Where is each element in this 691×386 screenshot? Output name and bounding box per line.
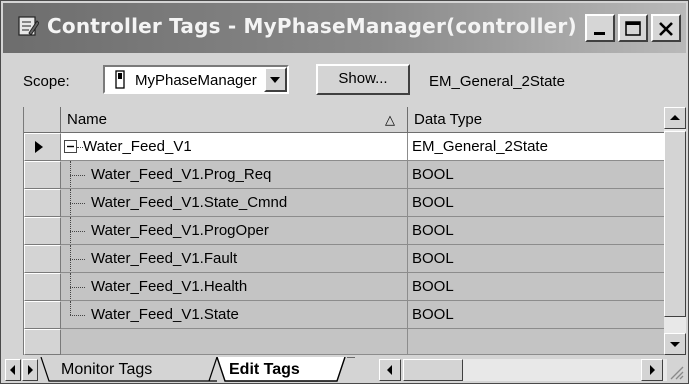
tag-name: Water_Feed_V1.State — [91, 306, 239, 323]
tree-connector — [70, 175, 85, 176]
tab-scroll-right-button[interactable] — [22, 359, 38, 381]
tag-data-type: BOOL — [412, 222, 454, 239]
table-row-type-new[interactable] — [408, 329, 665, 355]
table-row-type[interactable]: BOOL — [408, 189, 665, 217]
row-selector[interactable] — [24, 273, 61, 301]
row-selector[interactable] — [24, 245, 61, 273]
table-row-name[interactable]: Water_Feed_V1.Prog_Req — [61, 161, 408, 189]
tree-connector — [70, 287, 85, 288]
column-header-name[interactable]: Name △ — [61, 107, 408, 133]
tag-name: Water_Feed_V1.Prog_Req — [91, 166, 272, 183]
tag-data-type: BOOL — [412, 278, 454, 295]
tag-name: Water_Feed_V1.Fault — [91, 250, 238, 267]
column-header-type-label: Data Type — [414, 111, 483, 128]
arrow-left-icon — [10, 365, 15, 375]
row-selector-new[interactable] — [24, 329, 61, 355]
scope-bar: Scope: MyPhaseManager Show... EM_General… — [3, 55, 686, 105]
scope-selected-value: MyPhaseManager — [135, 72, 257, 89]
table-row-type[interactable]: BOOL — [408, 273, 665, 301]
controller-icon — [115, 70, 125, 89]
tag-grid: Name △ Data Type Water_Feed_V1 EM_Genera… — [23, 107, 665, 355]
column-header-name-label: Name — [67, 111, 108, 128]
scroll-down-button[interactable] — [664, 333, 686, 355]
table-row-type[interactable]: EM_General_2State — [408, 133, 665, 161]
maximize-button[interactable] — [618, 14, 648, 42]
column-header-data-type[interactable]: Data Type — [408, 107, 665, 133]
hscroll-right-button[interactable] — [641, 359, 663, 381]
scroll-up-button[interactable] — [664, 107, 686, 129]
scope-dropdown[interactable]: MyPhaseManager — [103, 65, 289, 94]
arrow-right-icon — [28, 365, 33, 375]
tag-data-type: BOOL — [412, 194, 454, 211]
row-selector[interactable] — [24, 189, 61, 217]
row-selector[interactable] — [24, 161, 61, 189]
close-icon — [659, 22, 673, 36]
minimize-icon — [594, 32, 605, 35]
table-row-name[interactable]: Water_Feed_V1.State — [61, 301, 408, 329]
tab-monitor-tags-label: Monitor Tags — [61, 361, 153, 378]
row-selector-current[interactable] — [24, 133, 61, 161]
maximize-icon — [625, 21, 641, 36]
table-row-type[interactable]: BOOL — [408, 245, 665, 273]
tag-name: Water_Feed_V1.ProgOper — [91, 222, 269, 239]
tag-name: Water_Feed_V1 — [83, 138, 192, 155]
tag-data-type: BOOL — [412, 306, 454, 323]
table-row-name[interactable]: Water_Feed_V1.ProgOper — [61, 217, 408, 245]
tag-data-type: EM_General_2State — [412, 138, 548, 155]
row-selector[interactable] — [24, 217, 61, 245]
tree-connector — [70, 259, 85, 260]
tab-edit-tags-label: Edit Tags — [229, 361, 300, 378]
tab-strip: Monitor Tags Edit Tags — [3, 357, 686, 383]
minimize-button[interactable] — [585, 14, 615, 42]
scroll-thumb[interactable] — [664, 131, 686, 317]
collapse-icon — [64, 140, 77, 153]
current-row-arrow-icon — [35, 141, 43, 153]
horizontal-scroll-track[interactable] — [403, 359, 667, 381]
close-button[interactable] — [651, 14, 681, 42]
vertical-scrollbar[interactable] — [664, 107, 686, 355]
scope-dropdown-button[interactable] — [264, 67, 287, 92]
chevron-down-icon — [270, 77, 280, 83]
arrow-down-icon — [670, 342, 680, 347]
table-row-type[interactable]: BOOL — [408, 301, 665, 329]
tab-monitor-tags[interactable]: Monitor Tags — [53, 357, 213, 383]
arrow-left-icon — [387, 365, 392, 375]
tags-window-icon — [18, 16, 39, 36]
tree-connector — [70, 203, 85, 204]
horizontal-scroll-thumb[interactable] — [403, 359, 463, 381]
arrow-up-icon — [670, 115, 680, 120]
hscroll-left-button[interactable] — [379, 359, 401, 381]
row-selector[interactable] — [24, 301, 61, 329]
window-title: Controller Tags - MyPhaseManager(control… — [47, 14, 577, 38]
table-row-name[interactable]: Water_Feed_V1 — [61, 133, 408, 161]
table-row-name[interactable]: Water_Feed_V1.Health — [61, 273, 408, 301]
tab-scroll-left-button[interactable] — [5, 359, 21, 381]
size-grip-icon[interactable] — [665, 361, 685, 381]
show-button[interactable]: Show... — [316, 64, 410, 95]
tab-edit-tags[interactable]: Edit Tags — [225, 357, 339, 383]
table-row-name[interactable]: Water_Feed_V1.Fault — [61, 245, 408, 273]
controller-tags-window: Controller Tags - MyPhaseManager(control… — [0, 0, 689, 384]
tree-connector — [70, 315, 85, 316]
tag-name: Water_Feed_V1.State_Cmnd — [91, 194, 288, 211]
tag-data-type: BOOL — [412, 250, 454, 267]
table-row-name-new[interactable] — [61, 329, 408, 355]
header-corner — [24, 107, 61, 133]
scope-data-type: EM_General_2State — [429, 73, 565, 90]
tree-connector — [70, 231, 85, 232]
table-row-type[interactable]: BOOL — [408, 161, 665, 189]
table-row-name[interactable]: Water_Feed_V1.State_Cmnd — [61, 189, 408, 217]
tree-connector — [70, 301, 71, 315]
table-row-type[interactable]: BOOL — [408, 217, 665, 245]
arrow-right-icon — [650, 365, 655, 375]
tag-name: Water_Feed_V1.Health — [91, 278, 248, 295]
scope-label: Scope: — [23, 73, 70, 90]
tag-data-type: BOOL — [412, 166, 454, 183]
title-bar[interactable]: Controller Tags - MyPhaseManager(control… — [3, 3, 686, 53]
sort-indicator: △ — [385, 112, 395, 127]
